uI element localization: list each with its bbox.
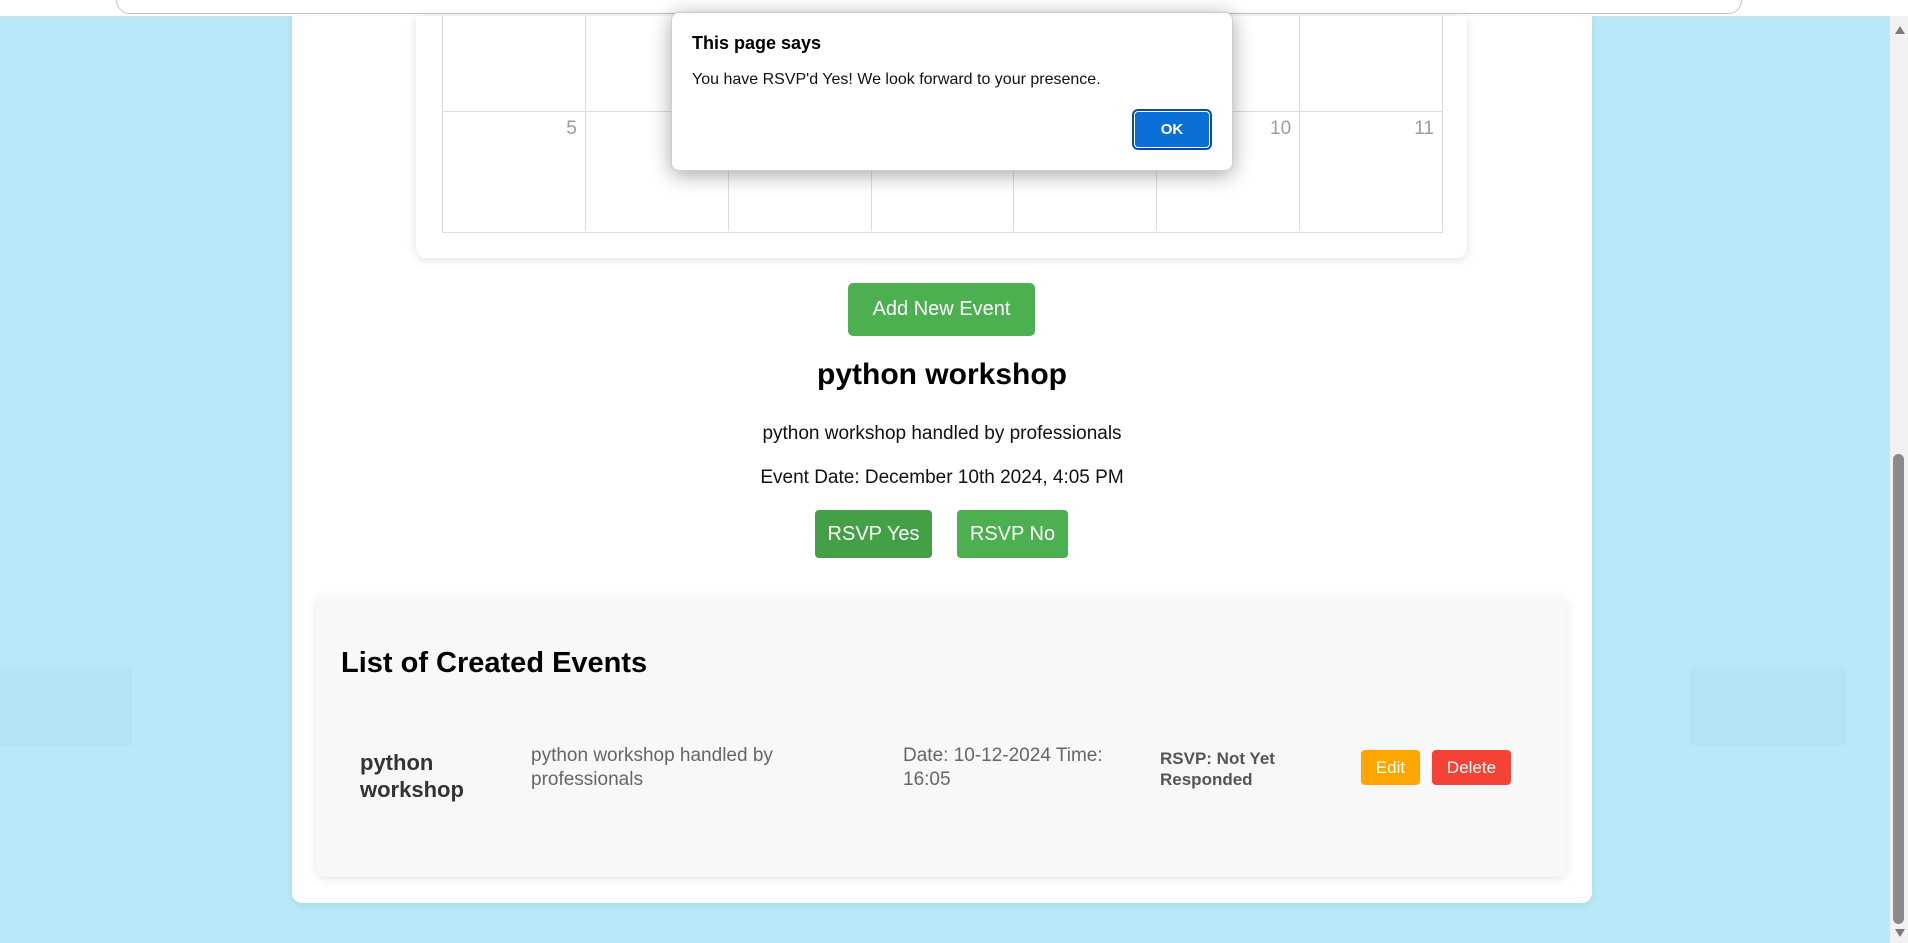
rsvp-yes-button[interactable]: RSVP Yes — [815, 510, 932, 558]
dialog-ok-button[interactable]: OK — [1132, 109, 1212, 150]
calendar-day-number: 5 — [566, 118, 577, 139]
event-row-description: python workshop handled by professionals — [531, 745, 773, 790]
scroll-up-arrow-icon[interactable] — [1895, 26, 1905, 34]
calendar-day-cell[interactable]: 5 — [443, 111, 586, 231]
background-panel-left — [0, 668, 132, 746]
event-row-name: python workshop — [360, 750, 464, 802]
scroll-down-arrow-icon[interactable] — [1895, 929, 1905, 937]
calendar-day-number: 11 — [1414, 118, 1434, 139]
rsvp-no-button[interactable]: RSVP No — [957, 510, 1068, 558]
dialog-message: You have RSVP'd Yes! We look forward to … — [692, 71, 1101, 88]
event-list-heading: List of Created Events — [341, 647, 648, 679]
scrollbar-thumb[interactable] — [1893, 454, 1904, 924]
add-new-event-button[interactable]: Add New Event — [848, 283, 1035, 336]
event-row-datetime: Date: 10-12-2024 Time: 16:05 — [903, 745, 1103, 790]
alert-dialog: This page says You have RSVP'd Yes! We l… — [671, 12, 1233, 171]
event-description: python workshop handled by professionals — [762, 423, 1122, 444]
calendar-day-cell[interactable]: 11 — [1300, 111, 1443, 231]
calendar-day-cell[interactable] — [443, 16, 586, 111]
calendar-day-cell[interactable] — [1300, 16, 1443, 111]
event-row-rsvp-status: RSVP: Not Yet Responded — [1160, 749, 1275, 789]
event-title: python workshop — [817, 358, 1067, 391]
event-date: Event Date: December 10th 2024, 4:05 PM — [760, 467, 1124, 488]
dialog-title: This page says — [692, 33, 822, 53]
calendar-day-number: 10 — [1270, 118, 1292, 139]
edit-event-button[interactable]: Edit — [1361, 750, 1420, 785]
delete-event-button[interactable]: Delete — [1432, 750, 1511, 785]
vertical-scrollbar[interactable] — [1890, 16, 1908, 943]
event-list-card — [316, 596, 1567, 877]
background-panel-right — [1690, 668, 1846, 746]
